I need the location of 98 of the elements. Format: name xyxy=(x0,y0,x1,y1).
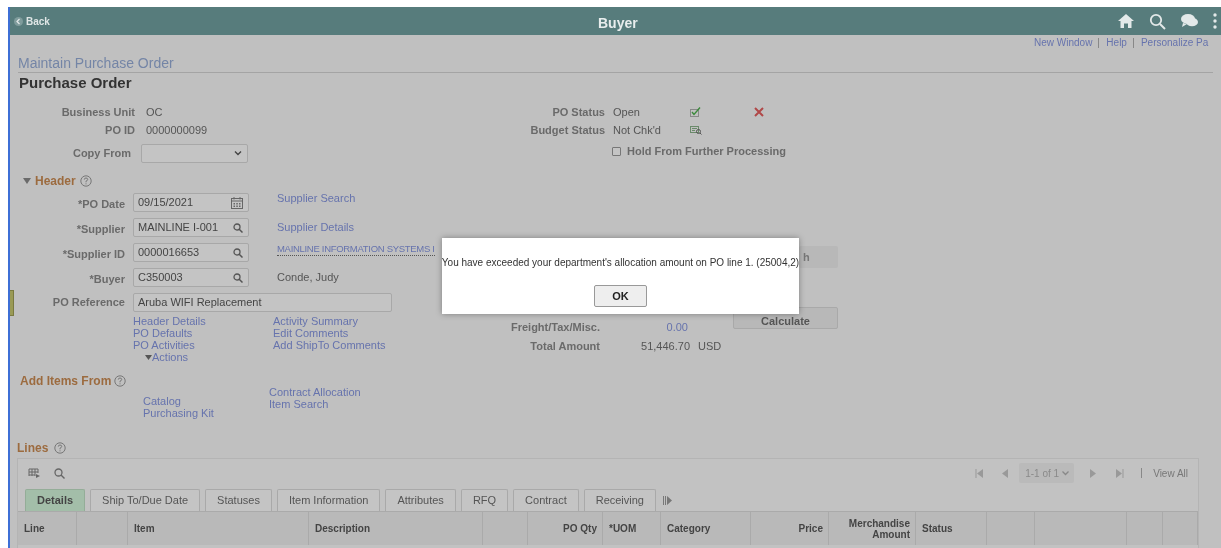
budget-check-icon[interactable] xyxy=(690,125,702,135)
view-all-link[interactable]: View All xyxy=(1153,465,1188,481)
partial-button[interactable]: h xyxy=(799,246,838,268)
section-heading: Lines xyxy=(17,440,49,457)
add-items-link[interactable]: Catalog xyxy=(143,395,181,407)
supplier-link[interactable]: MAINLINE INFORMATION SYSTEMS I xyxy=(277,243,435,256)
tab[interactable]: Item Information xyxy=(276,489,381,511)
field-label: PO Status xyxy=(551,104,605,120)
search-icon[interactable] xyxy=(233,272,243,283)
field-value: 0000000099 xyxy=(146,122,208,138)
actions-link[interactable]: Actions xyxy=(145,351,189,363)
utility-link[interactable]: Personalize Pa xyxy=(1132,37,1209,48)
field-label: PO ID xyxy=(104,122,135,138)
page-header-title: Buyer xyxy=(598,14,638,33)
checkbox-label: Hold From Further Processing xyxy=(627,143,786,159)
help-icon[interactable] xyxy=(114,375,127,387)
amount-link[interactable]: 0.00 xyxy=(608,318,688,336)
section-heading[interactable]: Header xyxy=(35,172,76,190)
column-header[interactable]: Price xyxy=(751,512,829,545)
add-items-link[interactable]: Item Search xyxy=(269,398,329,410)
input-field[interactable]: Aruba WIFI Replacement xyxy=(133,293,392,312)
tab[interactable]: Attributes xyxy=(385,489,456,511)
field-value: Open xyxy=(613,104,641,120)
field-label: Budget Status xyxy=(529,122,605,138)
amount-value: 51,446.70 xyxy=(640,338,690,354)
hold-checkbox[interactable] xyxy=(612,146,621,156)
ok-button[interactable]: OK xyxy=(594,285,647,307)
more-tabs-icon[interactable] xyxy=(663,496,672,505)
input-field[interactable]: 0000016653 xyxy=(133,243,249,262)
search-icon[interactable] xyxy=(54,467,65,479)
tab[interactable]: RFQ xyxy=(460,489,509,511)
column-header[interactable]: Item xyxy=(128,512,309,545)
supplier-link[interactable]: Supplier Details xyxy=(277,221,355,233)
header-link[interactable]: Activity Summary xyxy=(273,315,358,327)
column-header[interactable]: Category xyxy=(661,512,751,545)
add-items-link[interactable]: Contract Allocation xyxy=(269,386,361,398)
tab[interactable]: Receiving xyxy=(583,489,656,511)
column-header[interactable]: Status xyxy=(916,512,987,545)
section-title: Purchase Order xyxy=(19,74,133,92)
input-field[interactable]: C350003 xyxy=(133,268,249,287)
total-label: Freight/Tax/Misc. xyxy=(509,319,600,335)
field-value: Not Chk'd xyxy=(613,122,662,138)
approve-icon[interactable] xyxy=(690,107,701,117)
add-items-link[interactable]: Purchasing Kit xyxy=(143,407,214,419)
column-header[interactable]: PO Qty xyxy=(528,512,603,545)
search-icon[interactable] xyxy=(233,247,243,258)
search-icon[interactable] xyxy=(1149,12,1166,30)
tab[interactable]: Details xyxy=(25,489,86,511)
header-link[interactable]: PO Activities xyxy=(133,339,195,351)
column-header[interactable]: *UOM xyxy=(603,512,661,545)
back-button[interactable]: Back xyxy=(14,13,50,29)
column-header[interactable]: Line xyxy=(18,512,77,545)
column-header[interactable]: Merchandise Amount xyxy=(829,512,916,545)
field-label: *PO Date xyxy=(76,196,125,212)
caret-down-icon xyxy=(145,354,152,360)
section-heading: Add Items From xyxy=(20,373,112,390)
chevron-down-icon xyxy=(234,150,242,156)
tab[interactable]: Contract xyxy=(513,489,579,511)
buyer-name: Conde, Judy xyxy=(277,270,339,286)
header-link[interactable]: PO Defaults xyxy=(133,327,193,339)
field-value: OC xyxy=(146,104,163,120)
currency-code: USD xyxy=(698,338,722,354)
help-icon[interactable] xyxy=(54,442,67,454)
field-label: *Buyer xyxy=(88,271,125,287)
field-label: *Supplier ID xyxy=(61,246,125,262)
tab[interactable]: Ship To/Due Date xyxy=(90,489,201,511)
search-icon[interactable] xyxy=(233,222,243,233)
utility-link[interactable]: Help xyxy=(1098,37,1127,48)
home-icon[interactable] xyxy=(1117,13,1135,29)
first-page-icon[interactable] xyxy=(975,468,984,478)
input-field[interactable]: 09/15/2021 xyxy=(133,193,249,212)
chevron-down-icon xyxy=(1062,470,1070,476)
calendar-icon[interactable] xyxy=(231,196,243,209)
help-icon[interactable] xyxy=(79,175,92,187)
dialog-message: You have exceeded your department's allocation amount on PO line 1. (25004,2) xyxy=(441,256,800,270)
header-link[interactable]: Edit Comments xyxy=(273,327,349,339)
more-icon[interactable] xyxy=(1213,13,1217,29)
utility-link[interactable]: New Window xyxy=(1034,37,1093,48)
column-header[interactable]: Description xyxy=(309,512,483,545)
supplier-link[interactable]: Supplier Search xyxy=(277,192,356,204)
header-link[interactable]: Header Details xyxy=(133,315,206,327)
field-label: *Supplier xyxy=(75,221,125,237)
input-field[interactable]: MAINLINE I-001 xyxy=(133,218,249,237)
field-label: Copy From xyxy=(71,145,131,161)
collapse-caret-icon[interactable] xyxy=(23,178,31,184)
next-page-icon[interactable] xyxy=(1090,468,1097,478)
tab[interactable]: Statuses xyxy=(205,489,272,511)
close-icon[interactable] xyxy=(754,107,764,117)
total-label: Total Amount xyxy=(529,338,600,354)
last-page-icon[interactable] xyxy=(1116,468,1125,478)
field-label: PO Reference xyxy=(51,295,125,311)
field-label: Business Unit xyxy=(60,104,135,120)
personalize-grid-icon[interactable] xyxy=(28,467,40,479)
header-link[interactable]: Add ShipTo Comments xyxy=(273,339,386,351)
chat-icon[interactable] xyxy=(1180,13,1199,29)
page-title: Maintain Purchase Order xyxy=(18,55,175,71)
previous-page-icon[interactable] xyxy=(1002,468,1009,478)
chevron-left-icon xyxy=(14,16,23,26)
